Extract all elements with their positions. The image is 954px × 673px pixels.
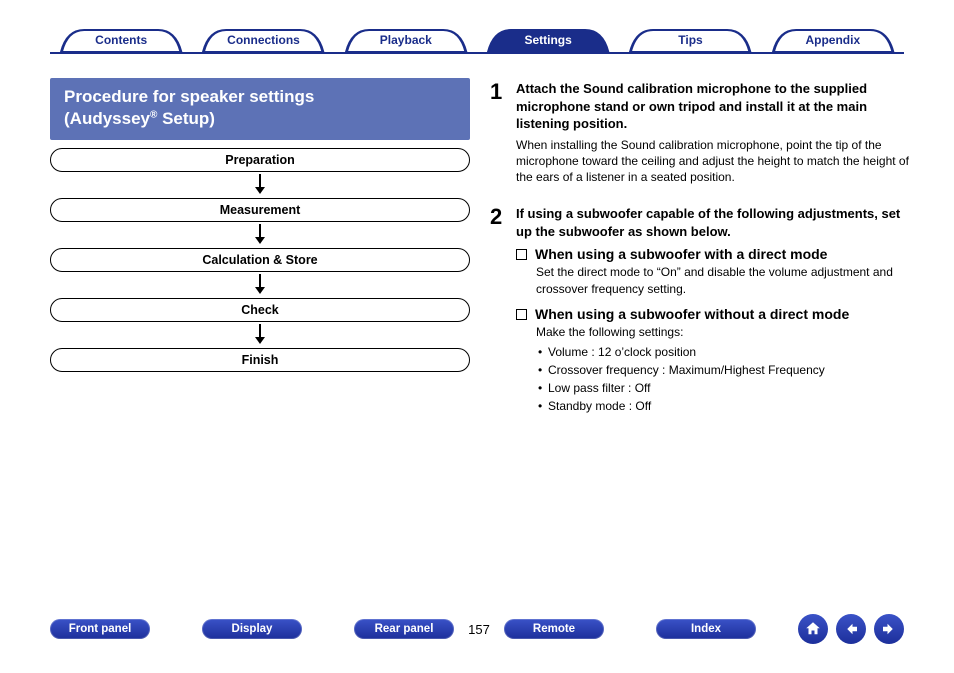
flow-chart: Preparation Measurement Calculation & St… — [50, 148, 470, 372]
tab-tips[interactable]: Tips — [619, 28, 761, 52]
subsection-direct-mode-body: Set the direct mode to “On” and disable … — [536, 264, 910, 298]
tab-appendix[interactable]: Appendix — [762, 28, 904, 52]
prev-page-button[interactable] — [836, 614, 866, 644]
tab-label: Appendix — [805, 33, 860, 47]
flow-step-calculation: Calculation & Store — [50, 248, 470, 272]
nav-rear-panel[interactable]: Rear panel — [354, 619, 454, 639]
tab-label: Settings — [524, 33, 571, 47]
page-number: 157 — [454, 622, 504, 637]
list-item: Crossover frequency : Maximum/Highest Fr… — [538, 361, 910, 379]
nav-front-panel[interactable]: Front panel — [50, 619, 150, 639]
section-title-line1: Procedure for speaker settings — [64, 87, 314, 106]
arrow-right-icon — [880, 620, 898, 638]
flow-arrow-icon — [50, 172, 470, 198]
section-title-line2a: (Audyssey — [64, 109, 150, 128]
instructions-column: 1 Attach the Sound calibration microphon… — [490, 80, 910, 427]
step-1-heading: Attach the Sound calibration microphone … — [516, 80, 910, 133]
next-page-button[interactable] — [874, 614, 904, 644]
subsection-direct-mode[interactable]: When using a subwoofer with a direct mod… — [516, 246, 910, 262]
flow-arrow-icon — [50, 272, 470, 298]
step-number: 2 — [490, 205, 516, 414]
list-item: Volume : 12 o’clock position — [538, 343, 910, 361]
flow-step-check: Check — [50, 298, 470, 322]
flow-step-preparation: Preparation — [50, 148, 470, 172]
tab-playback[interactable]: Playback — [335, 28, 477, 52]
subsection-title: When using a subwoofer without a direct … — [535, 306, 849, 322]
flow-step-finish: Finish — [50, 348, 470, 372]
tab-contents[interactable]: Contents — [50, 28, 192, 52]
tab-label: Connections — [227, 33, 300, 47]
tab-connections[interactable]: Connections — [192, 28, 334, 52]
step-1: 1 Attach the Sound calibration microphon… — [490, 80, 910, 193]
step-1-description: When installing the Sound calibration mi… — [516, 137, 910, 186]
subsection-no-direct-mode[interactable]: When using a subwoofer without a direct … — [516, 306, 910, 322]
section-title-line2b: Setup) — [157, 109, 215, 128]
nav-index[interactable]: Index — [656, 619, 756, 639]
settings-list: Volume : 12 o’clock position Crossover f… — [538, 343, 910, 415]
top-tabs: Contents Connections Playback Settings T… — [50, 28, 904, 54]
tab-label: Contents — [95, 33, 147, 47]
list-item: Standby mode : Off — [538, 397, 910, 415]
flow-arrow-icon — [50, 222, 470, 248]
nav-remote[interactable]: Remote — [504, 619, 604, 639]
flow-step-measurement: Measurement — [50, 198, 470, 222]
step-2-heading: If using a subwoofer capable of the foll… — [516, 205, 910, 240]
section-title: Procedure for speaker settings (Audyssey… — [50, 78, 470, 140]
step-2: 2 If using a subwoofer capable of the fo… — [490, 205, 910, 414]
checkbox-icon — [516, 249, 527, 260]
home-icon — [804, 620, 822, 638]
checkbox-icon — [516, 309, 527, 320]
bottom-nav: Front panel Display Rear panel 157 Remot… — [50, 615, 904, 643]
subsection-lead: Make the following settings: — [536, 324, 910, 341]
list-item: Low pass filter : Off — [538, 379, 910, 397]
nav-display[interactable]: Display — [202, 619, 302, 639]
tab-label: Tips — [678, 33, 702, 47]
home-button[interactable] — [798, 614, 828, 644]
step-number: 1 — [490, 80, 516, 193]
tab-settings[interactable]: Settings — [477, 28, 619, 52]
flow-arrow-icon — [50, 322, 470, 348]
tab-label: Playback — [380, 33, 432, 47]
subsection-title: When using a subwoofer with a direct mod… — [535, 246, 827, 262]
arrow-left-icon — [842, 620, 860, 638]
